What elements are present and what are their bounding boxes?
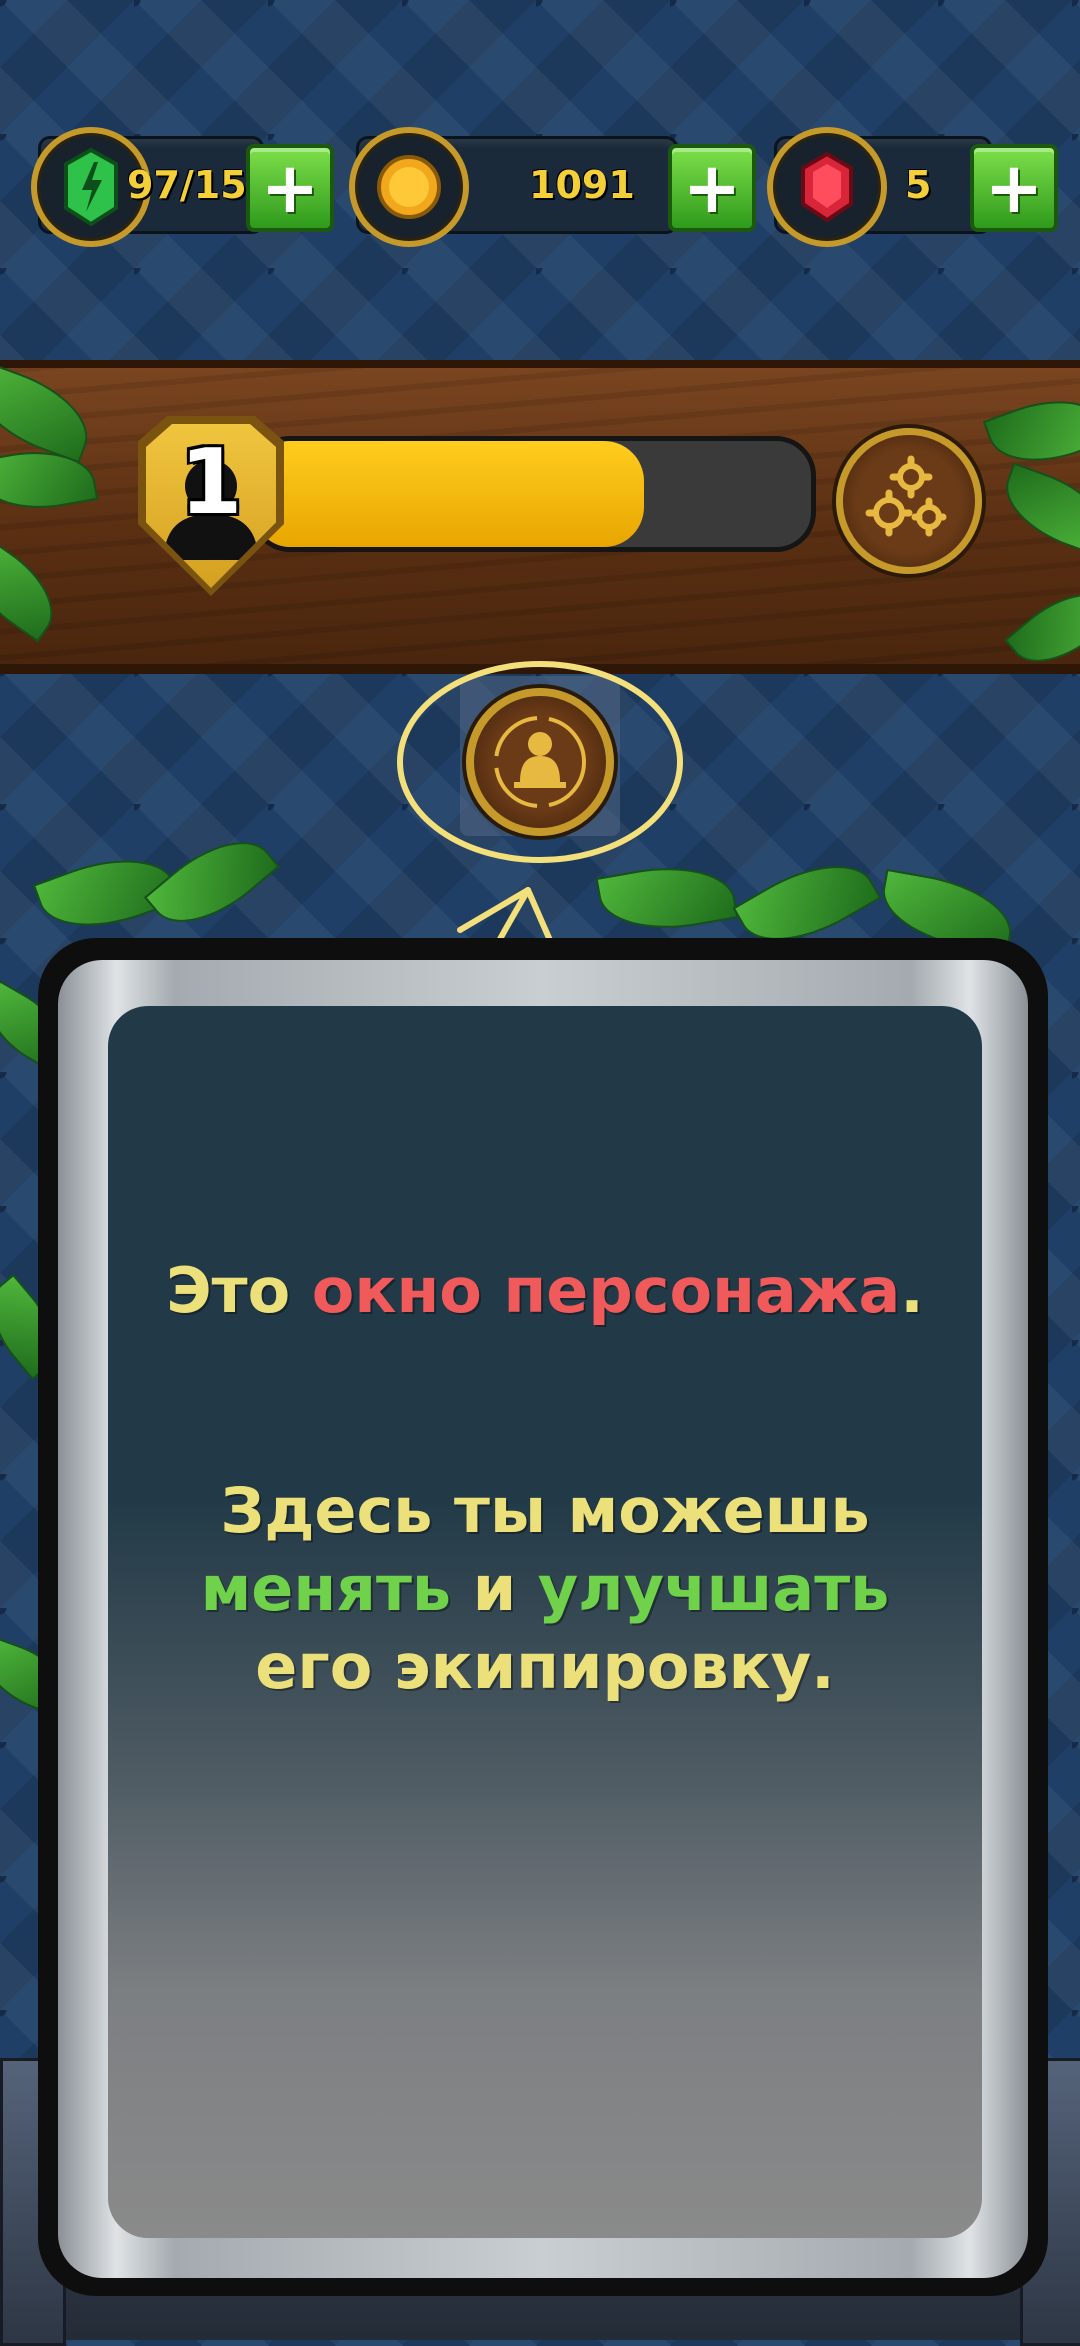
tutorial-line-2: Здесь ты можешь: [220, 1474, 870, 1547]
highlight-upgrade: улучшать: [537, 1552, 890, 1625]
gears-icon: [865, 455, 947, 537]
coins-value: 1091: [529, 163, 635, 207]
rubies-counter: 5: [767, 127, 992, 247]
tutorial-line-3: менять и улучшать: [200, 1552, 890, 1625]
coins-counter: 1091: [349, 127, 678, 247]
leaf-decoration: [595, 854, 739, 942]
plus-icon: +: [682, 147, 742, 229]
coin-icon: [349, 127, 469, 247]
add-coins-button[interactable]: +: [668, 144, 756, 232]
highlight-character-window: окно персонажа: [311, 1254, 901, 1327]
player-level-number: 1: [179, 430, 243, 535]
ruby-icon: [767, 127, 887, 247]
xp-progress-bar: [250, 436, 816, 552]
plus-icon: +: [984, 147, 1044, 229]
rubies-value: 5: [905, 163, 932, 207]
energy-value: 97/15: [127, 163, 247, 207]
settings-button[interactable]: [836, 428, 982, 574]
add-energy-button[interactable]: +: [246, 144, 334, 232]
character-window-button[interactable]: [466, 688, 614, 836]
leaf-decoration: [143, 817, 281, 947]
xp-progress-fill: [255, 441, 645, 547]
add-rubies-button[interactable]: +: [970, 144, 1058, 232]
tutorial-line-1: Это окно персонажа.: [166, 1254, 924, 1327]
character-equipment-icon: [494, 716, 586, 808]
highlight-change: менять: [200, 1552, 452, 1625]
tutorial-line-4: его экипировку.: [255, 1630, 835, 1703]
energy-counter: 97/15: [31, 127, 264, 247]
plus-icon: +: [260, 147, 320, 229]
